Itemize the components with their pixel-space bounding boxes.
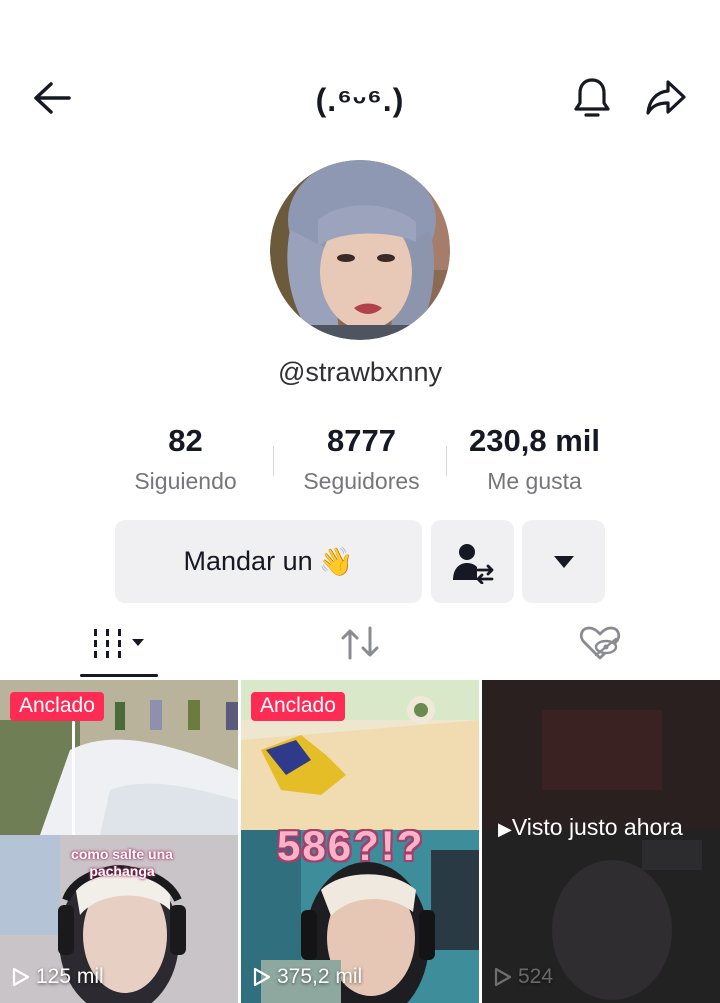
stat-followers[interactable]: 8777 Seguidores (274, 420, 449, 495)
play-outline-icon (494, 967, 512, 987)
view-count: 375,2 mil (253, 965, 362, 989)
add-friend-button[interactable] (431, 520, 514, 603)
wave-emoji-icon: 👋 (318, 546, 354, 577)
following-count: 82 (168, 423, 203, 458)
pinned-badge: Anclado (251, 692, 345, 721)
notifications-button[interactable] (562, 68, 622, 128)
avatar[interactable] (270, 160, 450, 340)
repost-icon (341, 626, 379, 660)
username: @strawbxnny (278, 357, 442, 387)
more-options-button[interactable] (522, 520, 605, 603)
video-caption-overlay: como salte una pachanga (71, 846, 173, 879)
send-wave-button[interactable]: Mandar un 👋 (115, 520, 422, 603)
video-thumbnail[interactable]: ▶Visto justo ahora 524 (482, 680, 720, 1003)
play-outline-icon (253, 967, 271, 987)
hidden-heart-icon (579, 626, 621, 660)
share-arrow-icon (646, 80, 686, 115)
share-button[interactable] (636, 68, 696, 128)
view-count: 524 (494, 965, 553, 989)
caret-down-icon (553, 555, 574, 568)
stat-likes[interactable]: 230,8 mil Me gusta (447, 420, 622, 495)
following-label: Siguiendo (134, 468, 237, 494)
top-bar: (.⁶ᵕ⁶.) (0, 60, 720, 136)
add-friend-swap-icon (452, 543, 493, 584)
followers-count: 8777 (327, 423, 396, 458)
likes-label: Me gusta (487, 468, 582, 494)
profile-actions: Mandar un 👋 (0, 520, 720, 604)
tab-selected-indicator (80, 674, 158, 677)
grid-bars-icon (94, 629, 144, 658)
likes-count: 230,8 mil (469, 423, 600, 458)
recently-watched-text: Visto justo ahora (511, 814, 683, 840)
pinned-badge: Anclado (10, 692, 104, 721)
video-preview-image (0, 680, 238, 1003)
view-count-text: 375,2 mil (277, 965, 363, 988)
video-grid: Anclado como salte una pachanga 125 mil (0, 680, 720, 1003)
tab-liked[interactable] (480, 610, 720, 676)
tab-reposts[interactable] (240, 610, 480, 676)
view-count-text: 125 mil (36, 965, 104, 988)
bell-icon (574, 78, 610, 117)
video-thumbnail[interactable]: Anclado como salte una pachanga 125 mil (0, 680, 238, 1003)
followers-label: Seguidores (303, 468, 420, 494)
view-count: 125 mil (12, 965, 104, 989)
video-caption-overlay: 586?!? (277, 822, 425, 869)
play-outline-icon (12, 967, 30, 987)
profile-stats: 82 Siguiendo 8777 Seguidores 230,8 mil M… (100, 420, 620, 510)
content-tabs (0, 610, 720, 680)
tab-videos[interactable] (0, 610, 240, 677)
view-count-text: 524 (518, 965, 554, 988)
avatar-photo (270, 160, 450, 340)
send-wave-label: Mandar un (183, 546, 313, 576)
recently-watched-label: ▶Visto justo ahora (498, 814, 683, 840)
stat-following[interactable]: 82 Siguiendo (98, 420, 273, 495)
video-thumbnail[interactable]: Anclado 586?!? 375,2 mil (241, 680, 479, 1003)
